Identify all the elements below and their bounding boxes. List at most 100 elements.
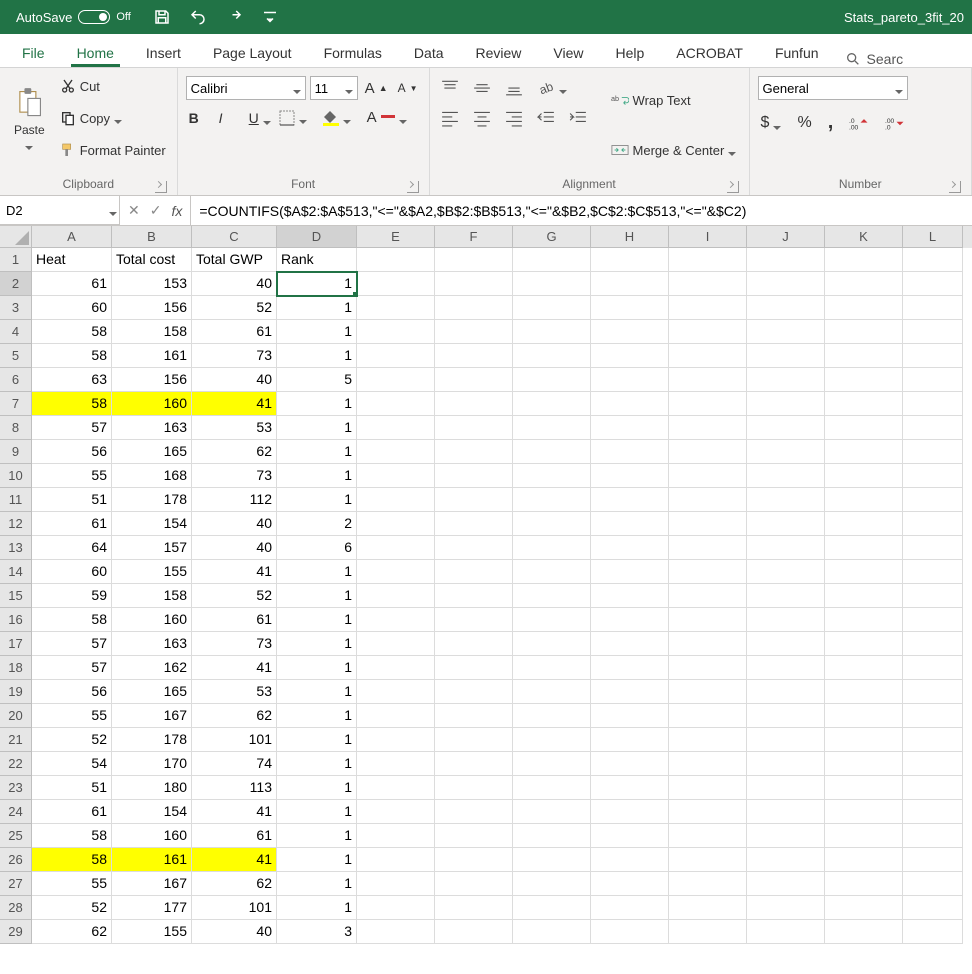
cell[interactable] (435, 872, 513, 896)
cell[interactable]: 51 (32, 488, 112, 512)
cell[interactable] (513, 512, 591, 536)
cell[interactable] (513, 824, 591, 848)
cell[interactable] (903, 272, 963, 296)
cell[interactable]: 58 (32, 824, 112, 848)
cell[interactable]: 58 (32, 392, 112, 416)
accounting-format-button[interactable]: $ (758, 113, 785, 133)
cell[interactable] (435, 248, 513, 272)
cell[interactable]: 64 (32, 536, 112, 560)
row-header[interactable]: 9 (0, 440, 32, 464)
cell[interactable] (669, 416, 747, 440)
row-header[interactable]: 19 (0, 680, 32, 704)
cell[interactable]: 1 (277, 728, 357, 752)
cell[interactable]: 156 (112, 368, 192, 392)
cell[interactable]: 62 (192, 440, 277, 464)
cell[interactable]: 41 (192, 392, 277, 416)
cell[interactable] (435, 272, 513, 296)
cell[interactable] (903, 728, 963, 752)
cell[interactable]: 52 (32, 896, 112, 920)
cell[interactable] (903, 656, 963, 680)
cell[interactable] (357, 776, 435, 800)
cell[interactable]: 40 (192, 368, 277, 392)
cell[interactable] (513, 848, 591, 872)
cell[interactable] (903, 872, 963, 896)
cell[interactable] (591, 320, 669, 344)
cell[interactable]: 165 (112, 440, 192, 464)
cell[interactable] (435, 776, 513, 800)
qat-customize-icon[interactable] (261, 8, 279, 26)
cell[interactable] (747, 752, 825, 776)
redo-icon[interactable] (225, 8, 243, 26)
row-header[interactable]: 4 (0, 320, 32, 344)
cell[interactable]: 54 (32, 752, 112, 776)
cell[interactable]: 55 (32, 872, 112, 896)
cell[interactable] (591, 560, 669, 584)
cell[interactable] (357, 848, 435, 872)
cell[interactable] (591, 800, 669, 824)
dialog-launcher-icon[interactable] (949, 181, 961, 193)
tab-data[interactable]: Data (398, 37, 460, 67)
cell[interactable]: 156 (112, 296, 192, 320)
cell[interactable]: 1 (277, 752, 357, 776)
cell[interactable] (513, 632, 591, 656)
cell[interactable] (669, 440, 747, 464)
cell[interactable] (825, 320, 903, 344)
tell-me-search[interactable]: Searc (845, 51, 904, 67)
cell[interactable] (825, 680, 903, 704)
column-header-J[interactable]: J (747, 226, 825, 248)
cell[interactable]: 51 (32, 776, 112, 800)
cancel-formula-icon[interactable]: ✕ (128, 202, 140, 219)
cell[interactable] (669, 800, 747, 824)
align-left-button[interactable] (438, 108, 462, 128)
row-header[interactable]: 21 (0, 728, 32, 752)
cell[interactable]: 61 (192, 608, 277, 632)
cell[interactable] (747, 824, 825, 848)
cell[interactable] (513, 296, 591, 320)
cell[interactable] (825, 608, 903, 632)
cell[interactable]: 1 (277, 872, 357, 896)
cell[interactable]: 158 (112, 320, 192, 344)
cell[interactable] (435, 344, 513, 368)
cell[interactable] (357, 896, 435, 920)
tab-acrobat[interactable]: ACROBAT (660, 37, 759, 67)
tab-funfun[interactable]: Funfun (759, 37, 835, 67)
cell[interactable] (669, 368, 747, 392)
row-header[interactable]: 14 (0, 560, 32, 584)
cell[interactable]: 3 (277, 920, 357, 944)
row-header[interactable]: 22 (0, 752, 32, 776)
cell[interactable] (357, 416, 435, 440)
cell[interactable] (357, 608, 435, 632)
cell[interactable]: 59 (32, 584, 112, 608)
dialog-launcher-icon[interactable] (407, 181, 419, 193)
cell[interactable] (357, 752, 435, 776)
decrease-font-button[interactable]: A▼ (395, 80, 421, 96)
cell[interactable] (357, 464, 435, 488)
cell[interactable] (435, 848, 513, 872)
cell[interactable] (435, 464, 513, 488)
cell[interactable] (825, 488, 903, 512)
cell[interactable] (669, 536, 747, 560)
increase-decimal-button[interactable]: .0.00 (846, 114, 872, 132)
cell[interactable] (435, 392, 513, 416)
cell[interactable] (747, 536, 825, 560)
cell[interactable] (591, 488, 669, 512)
cell[interactable]: 56 (32, 440, 112, 464)
cut-button[interactable]: Cut (57, 77, 169, 95)
cell[interactable] (903, 632, 963, 656)
merge-center-button[interactable]: Merge & Center (608, 141, 740, 159)
cell[interactable] (513, 800, 591, 824)
cell[interactable]: 60 (32, 560, 112, 584)
cell[interactable] (357, 824, 435, 848)
cell[interactable]: 41 (192, 800, 277, 824)
cell[interactable] (513, 272, 591, 296)
cell[interactable] (903, 776, 963, 800)
cell[interactable] (903, 464, 963, 488)
cell[interactable] (747, 872, 825, 896)
cell[interactable]: 73 (192, 464, 277, 488)
cell[interactable] (513, 728, 591, 752)
row-header[interactable]: 25 (0, 824, 32, 848)
cell[interactable] (513, 488, 591, 512)
cell[interactable]: Total GWP (192, 248, 277, 272)
align-top-button[interactable] (438, 78, 462, 98)
cell[interactable] (591, 656, 669, 680)
